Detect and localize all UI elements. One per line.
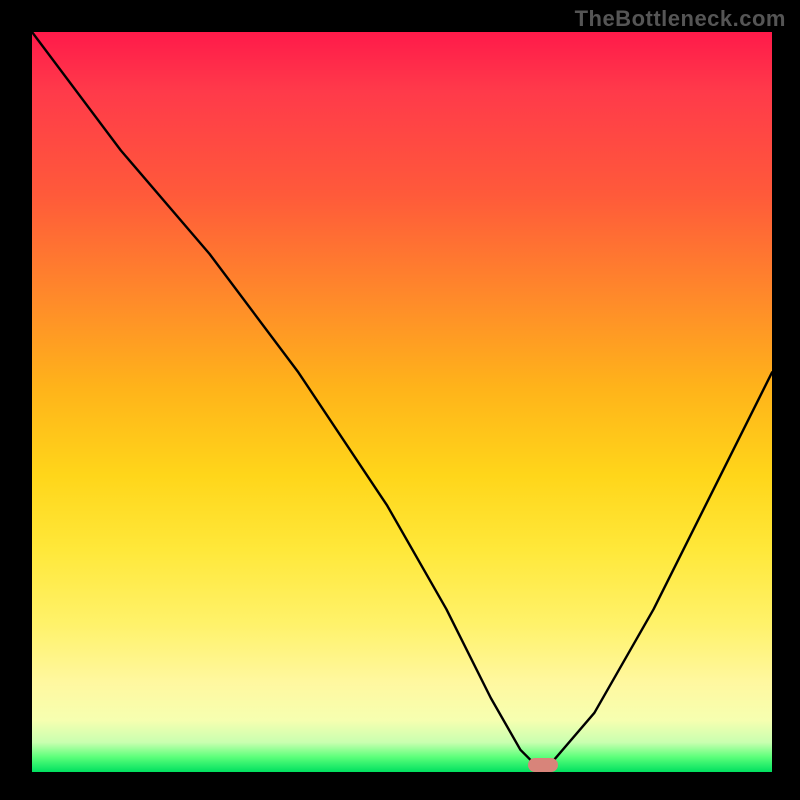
chart-frame: TheBottleneck.com — [0, 0, 800, 800]
curve-svg — [32, 32, 772, 772]
watermark-text: TheBottleneck.com — [575, 6, 786, 32]
optimal-point-marker — [528, 758, 558, 772]
plot-area — [32, 32, 772, 772]
bottleneck-curve — [32, 32, 772, 765]
